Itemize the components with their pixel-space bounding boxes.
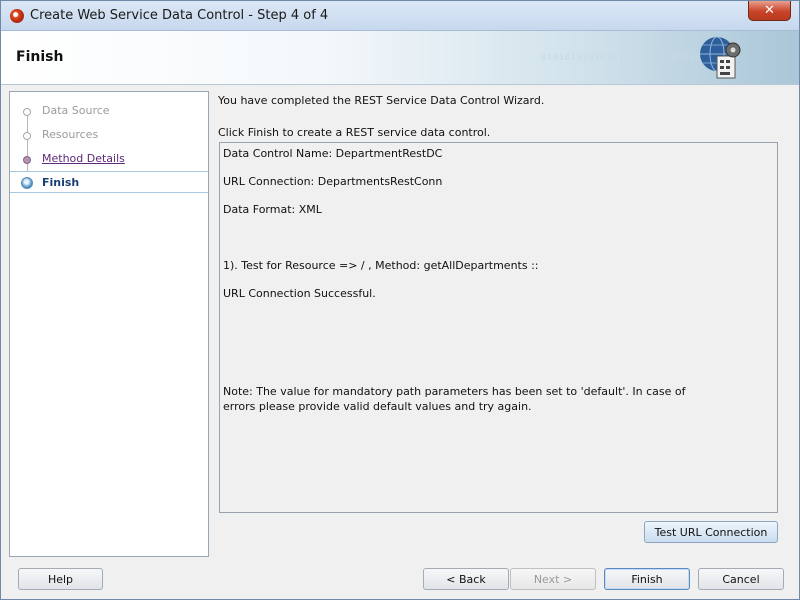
step-label: Method Details bbox=[42, 152, 125, 165]
close-button[interactable]: ✕ bbox=[748, 1, 791, 21]
step-indicator-icon bbox=[23, 156, 31, 164]
summary-line: Note: The value for mandatory path param… bbox=[223, 385, 686, 398]
summary-line: 1). Test for Resource => / , Method: get… bbox=[223, 259, 539, 272]
step-resources[interactable]: Resources bbox=[10, 124, 208, 146]
page-title: Finish bbox=[16, 49, 64, 65]
summary-line: errors please provide valid default valu… bbox=[223, 400, 532, 413]
title-bar[interactable]: Create Web Service Data Control - Step 4… bbox=[1, 1, 799, 31]
summary-line: Data Control Name: DepartmentRestDC bbox=[223, 147, 443, 160]
next-button[interactable]: Next > bbox=[510, 568, 596, 590]
step-method-details[interactable]: Method Details bbox=[10, 148, 208, 170]
back-button[interactable]: < Back bbox=[423, 568, 509, 590]
step-finish[interactable]: Finish bbox=[10, 171, 208, 193]
summary-line: URL Connection Successful. bbox=[223, 287, 376, 300]
finish-button[interactable]: Finish bbox=[604, 568, 690, 590]
finish-instruction: Click Finish to create a REST service da… bbox=[218, 126, 491, 139]
summary-line: URL Connection: DepartmentsRestConn bbox=[223, 175, 443, 188]
wizard-steps-panel: Data Source Resources Method Details Fin… bbox=[9, 91, 209, 557]
completion-message: You have completed the REST Service Data… bbox=[218, 94, 545, 107]
summary-line: Data Format: XML bbox=[223, 203, 322, 216]
wizard-header: Finish 0101010101010101010101010101 bbox=[1, 31, 799, 85]
step-label: Data Source bbox=[42, 104, 110, 117]
close-icon: ✕ bbox=[764, 3, 775, 18]
cancel-button[interactable]: Cancel bbox=[698, 568, 784, 590]
step-label: Finish bbox=[42, 176, 80, 189]
help-button[interactable]: Help bbox=[18, 568, 103, 590]
step-indicator-icon bbox=[23, 132, 31, 140]
binary-decoration: 0101010101010101010101010101 bbox=[541, 53, 707, 63]
wizard-window: Create Web Service Data Control - Step 4… bbox=[0, 0, 800, 600]
oracle-app-icon bbox=[10, 9, 24, 23]
test-url-connection-button[interactable]: Test URL Connection bbox=[644, 521, 778, 543]
step-data-source[interactable]: Data Source bbox=[10, 100, 208, 122]
summary-text-area[interactable]: Data Control Name: DepartmentRestDC URL … bbox=[219, 142, 778, 513]
window-title: Create Web Service Data Control - Step 4… bbox=[30, 8, 329, 23]
web-service-gear-icon bbox=[700, 36, 741, 79]
step-indicator-icon bbox=[23, 108, 31, 116]
step-label: Resources bbox=[42, 128, 99, 141]
current-step-icon bbox=[21, 177, 33, 189]
